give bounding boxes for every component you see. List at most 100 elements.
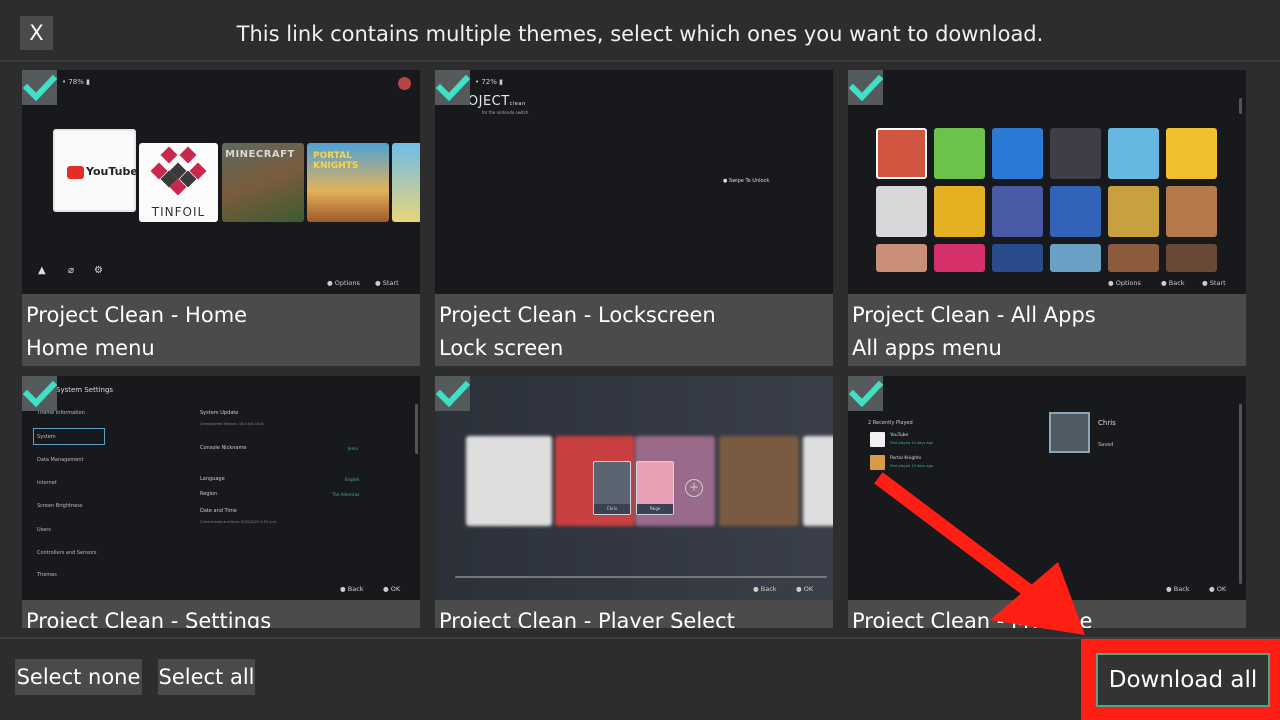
ok-hint: ● OK [796,585,814,593]
theme-name: Project Clean - All Apps [852,303,1096,327]
app-tile [876,186,927,237]
scrollbar [1239,98,1242,114]
avatar-icon [398,77,411,90]
portal-knights-tile: PORTAL KNIGHTS [307,143,389,222]
minecraft-label: MINECRAFT [225,149,295,160]
theme-name: Project Clean - Settings [26,609,272,628]
settings-value: Jenni [348,446,358,451]
album-icon: ⌀ [68,265,75,276]
settings-field: Console Nickname [200,445,247,451]
tinfoil-logo-icon [150,146,207,196]
app-tile [1050,244,1101,272]
checkmark-icon[interactable] [22,376,57,411]
theme-card-lockscreen[interactable]: • 72% ▮ PROJECTclean for the nintendo sw… [435,70,833,366]
back-hint: ● Back [340,585,364,593]
app-tile [992,244,1043,272]
scrollbar [1239,404,1242,584]
add-player-icon: + [685,479,703,497]
theme-preview-settings: System Settings Theme Information System… [22,376,420,600]
theme-name: Project Clean - Lockscreen [439,303,716,327]
progress-rail [455,576,827,578]
youtube-play-icon [67,166,84,179]
select-none-button[interactable]: Select none [15,659,142,695]
recent-app-sub: First played 10 days ago [890,464,933,468]
player-name: Chris [594,504,630,514]
theme-name: Project Clean - Home [26,303,248,327]
theme-caption: Project Clean - MyPage [848,600,1246,628]
settings-field: Language [200,476,225,482]
theme-card-settings[interactable]: System Settings Theme Information System… [22,376,420,628]
theme-caption: Project Clean - Lockscreen Lock screen [435,294,833,366]
back-hint: ● Back [1166,585,1190,593]
settings-menu-item: Screen Brightness [37,503,83,509]
download-all-button[interactable]: Download all [1096,653,1270,707]
app-tile [1166,128,1217,179]
blurred-tile [719,436,799,526]
youtube-app-icon [870,432,885,447]
ok-hint: ● OK [1209,585,1227,593]
app-tile [876,128,927,179]
saved-label: Saved [1098,442,1114,448]
app-tile [992,128,1043,179]
game-tile [392,143,420,222]
settings-value: English [345,477,360,482]
app-tile [934,128,985,179]
select-all-button[interactable]: Select all [158,659,255,695]
settings-menu-item: Controllers and Sensors [37,550,97,556]
youtube-label: YouTube [86,165,138,178]
theme-card-player-select[interactable]: Chris Paige + ● Back ● OK Project Clean … [435,376,833,628]
settings-menu-item: Users [37,527,52,533]
theme-card-all-apps[interactable]: ● Options ● Back ● Start Project Clean -… [848,70,1246,366]
app-tile [934,186,985,237]
status-indicator: • 72% ▮ [475,78,503,86]
player-card: Chris [593,461,631,515]
start-hint: ● Start [1202,279,1226,287]
settings-menu-item: System [37,434,56,440]
checkmark-icon[interactable] [848,376,883,411]
theme-preview-player-select: Chris Paige + ● Back ● OK [435,376,833,600]
theme-card-home[interactable]: • 78% ▮ YouTube TINFOIL MINECRAFT PORTAL… [22,70,420,366]
app-tile [1050,186,1101,237]
theme-caption: Project Clean - Settings [22,600,420,628]
checkmark-icon[interactable] [22,70,57,105]
recent-app-name: YouTube [890,433,909,438]
start-hint: ● Start [375,279,399,287]
checkmark-icon[interactable] [848,70,883,105]
theme-preview-lockscreen: • 72% ▮ PROJECTclean for the nintendo sw… [435,70,833,294]
settings-gear-icon: ⚙ [94,265,103,276]
theme-description: Home menu [26,336,155,360]
theme-description: Lock screen [439,336,564,360]
settings-field: Region [200,491,218,497]
app-tile [992,186,1043,237]
player-name: Paige [637,504,673,514]
recently-played-heading: 2 Recently Played [868,420,913,426]
blurred-tile [803,436,833,526]
settings-field-sub: Current date and time: 8/20/2020 2:53 p.… [200,520,278,524]
app-tile [934,244,985,272]
theme-caption: Project Clean - All Apps All apps menu [848,294,1246,366]
back-hint: ● Back [753,585,777,593]
portal-knights-app-icon [870,455,885,470]
checkmark-icon[interactable] [435,70,470,105]
app-tile [1108,244,1159,272]
settings-menu-item: Data Management [37,457,84,463]
back-hint: ● Back [1161,279,1185,287]
recent-app-name: Portal Knights [890,456,922,461]
settings-field: Date and Time [200,508,237,514]
recent-app-sub: First played 10 days ago [890,441,933,445]
app-tile [1166,244,1217,272]
blurred-tile [466,436,552,526]
tinfoil-tile: TINFOIL [139,143,218,222]
theme-name: Project Clean - MyPage [852,609,1093,628]
theme-card-mypage[interactable]: 2 Recently Played YouTube First played 1… [848,376,1246,628]
options-hint: ● Options [327,279,360,287]
header-message: This link contains multiple themes, sele… [236,22,1044,46]
eshop-icon: ▲ [38,265,46,276]
theme-preview-mypage: 2 Recently Played YouTube First played 1… [848,376,1246,600]
checkmark-icon[interactable] [435,376,470,411]
portal-knights-label: PORTAL KNIGHTS [313,151,359,171]
user-avatar [1049,412,1090,453]
ok-hint: ● OK [383,585,401,593]
app-tile [1108,186,1159,237]
settings-menu-item: Themes [37,572,57,578]
